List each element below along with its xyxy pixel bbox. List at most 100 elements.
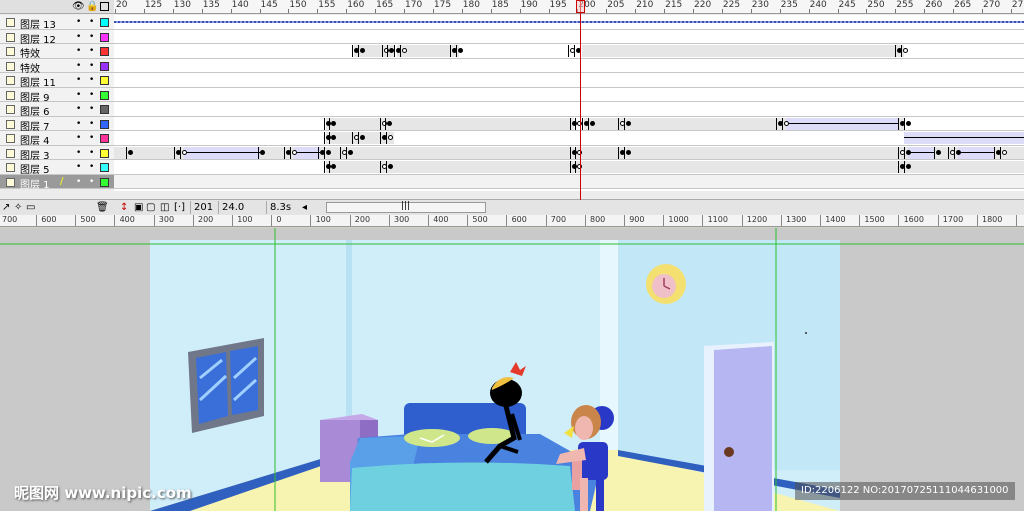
keyframe-dot[interactable]: [1002, 149, 1007, 155]
frame-row[interactable]: [114, 15, 1024, 30]
visibility-toggle[interactable]: •: [76, 104, 81, 114]
outline-color-swatch[interactable]: [100, 119, 109, 129]
keyframe-dot[interactable]: [331, 135, 336, 140]
onion-outline-icon[interactable]: ▢: [146, 202, 155, 213]
frame-grid[interactable]: [114, 15, 1024, 191]
frame-row[interactable]: [114, 160, 1024, 175]
add-guide-layer-icon[interactable]: ✧: [14, 202, 22, 213]
frame-row[interactable]: [114, 59, 1024, 73]
visibility-toggle[interactable]: •: [76, 75, 81, 85]
keyframe-dot[interactable]: [388, 164, 393, 169]
lock-icon[interactable]: 🔒: [86, 1, 98, 12]
visibility-toggle[interactable]: •: [76, 90, 81, 100]
playhead-marker[interactable]: [576, 0, 585, 13]
keyframe-dot[interactable]: [360, 135, 365, 140]
lock-toggle[interactable]: •: [89, 32, 94, 42]
add-layer-icon[interactable]: ↗: [2, 202, 10, 213]
keyframe-dot[interactable]: [906, 164, 911, 169]
visibility-toggle[interactable]: •: [76, 148, 81, 158]
frame-row[interactable]: [114, 174, 1024, 189]
layer-row[interactable]: 图层 4 • •: [0, 131, 114, 147]
layer-row[interactable]: 特效 • •: [0, 44, 114, 60]
frame-row[interactable]: [114, 131, 1024, 146]
visibility-toggle[interactable]: •: [76, 133, 81, 143]
lock-toggle[interactable]: •: [89, 90, 94, 100]
keyframe-dot[interactable]: [956, 149, 961, 155]
keyframe-dot[interactable]: [626, 149, 631, 155]
outline-square-icon[interactable]: [100, 2, 109, 11]
lock-toggle[interactable]: •: [89, 46, 94, 56]
keyframe-dot[interactable]: [903, 48, 908, 53]
outline-color-swatch[interactable]: [100, 148, 109, 158]
frame-row[interactable]: [114, 30, 1024, 44]
layer-row[interactable]: 图层 13 • •: [0, 15, 114, 31]
keyframe-dot[interactable]: [388, 135, 393, 140]
visibility-toggle[interactable]: •: [76, 61, 81, 71]
keyframe-dot[interactable]: [906, 149, 911, 155]
outline-color-swatch[interactable]: [100, 61, 109, 71]
lock-toggle[interactable]: •: [89, 104, 94, 114]
visibility-toggle[interactable]: •: [76, 177, 81, 187]
layer-row[interactable]: 图层 3 • •: [0, 145, 114, 162]
lock-toggle[interactable]: •: [89, 162, 94, 172]
keyframe-dot[interactable]: [182, 149, 187, 155]
visibility-toggle[interactable]: •: [76, 46, 81, 56]
outline-color-swatch[interactable]: [100, 47, 109, 56]
visibility-toggle[interactable]: •: [76, 162, 81, 172]
center-frame-icon[interactable]: ↕: [120, 202, 128, 213]
frame-row[interactable]: [114, 102, 1024, 117]
layer-row[interactable]: 图层 11 • •: [0, 73, 114, 89]
keyframe-dot[interactable]: [387, 120, 392, 126]
keyframe-dot[interactable]: [906, 120, 911, 126]
layer-row[interactable]: 图层 9 • •: [0, 87, 114, 104]
layer-name[interactable]: 图层 1: [20, 176, 50, 191]
layer-row[interactable]: 图层 1 / • •: [0, 174, 114, 191]
outline-color-swatch[interactable]: [100, 163, 109, 172]
keyframe-dot[interactable]: [260, 149, 265, 155]
lock-toggle[interactable]: •: [89, 148, 94, 158]
lock-toggle[interactable]: •: [89, 61, 94, 71]
outline-color-swatch[interactable]: [100, 105, 109, 114]
scroll-left-icon[interactable]: ◂: [302, 202, 307, 213]
keyframe-dot[interactable]: [402, 48, 407, 53]
frame-row[interactable]: [114, 73, 1024, 88]
lock-toggle[interactable]: •: [89, 177, 94, 187]
playhead-line[interactable]: [580, 0, 581, 200]
fps-value[interactable]: 24.0 fps: [218, 201, 262, 226]
add-folder-icon[interactable]: ▭: [26, 202, 35, 213]
eye-icon[interactable]: 👁: [72, 1, 85, 12]
edit-multiple-frames-icon[interactable]: ◫: [160, 202, 169, 213]
outline-color-swatch[interactable]: [100, 76, 109, 85]
frame-row[interactable]: [114, 117, 1024, 131]
keyframe-dot[interactable]: [331, 164, 336, 169]
visibility-toggle[interactable]: •: [76, 32, 81, 42]
layer-row[interactable]: 图层 7 • •: [0, 116, 114, 133]
layer-row[interactable]: 图层 6 • •: [0, 102, 114, 118]
keyframe-dot[interactable]: [128, 149, 133, 155]
frame-row[interactable]: [114, 44, 1024, 59]
layer-row[interactable]: 特效 • •: [0, 58, 114, 75]
keyframe-dot[interactable]: [360, 48, 365, 53]
keyframe-dot[interactable]: [626, 120, 631, 126]
layer-row[interactable]: 图层 12 • •: [0, 29, 114, 46]
delete-layer-icon[interactable]: 🗑: [96, 202, 109, 213]
layer-row[interactable]: 图层 5 • •: [0, 160, 114, 176]
outline-color-swatch[interactable]: [100, 90, 109, 100]
keyframe-dot[interactable]: [348, 149, 353, 155]
frame-ruler[interactable]: 20 125 130 135 140 145 150 155 160 165 170 175 180 18…: [114, 0, 1024, 14]
visibility-toggle[interactable]: •: [76, 119, 81, 129]
lock-toggle[interactable]: •: [89, 17, 94, 27]
frame-row[interactable]: [114, 88, 1024, 102]
onion-skin-icon[interactable]: ▣: [134, 202, 143, 213]
outline-color-swatch[interactable]: [100, 18, 109, 27]
keyframe-dot[interactable]: [292, 149, 297, 155]
keyframe-dot[interactable]: [590, 120, 595, 126]
lock-toggle[interactable]: •: [89, 75, 94, 85]
visibility-toggle[interactable]: •: [76, 17, 81, 27]
keyframe-dot[interactable]: [331, 120, 336, 126]
modify-markers-icon[interactable]: [·]: [174, 202, 185, 213]
horizontal-scrollbar[interactable]: |||: [326, 201, 486, 213]
outline-color-swatch[interactable]: [100, 134, 109, 143]
stage-canvas[interactable]: [0, 228, 1024, 511]
outline-color-swatch[interactable]: [100, 177, 109, 187]
